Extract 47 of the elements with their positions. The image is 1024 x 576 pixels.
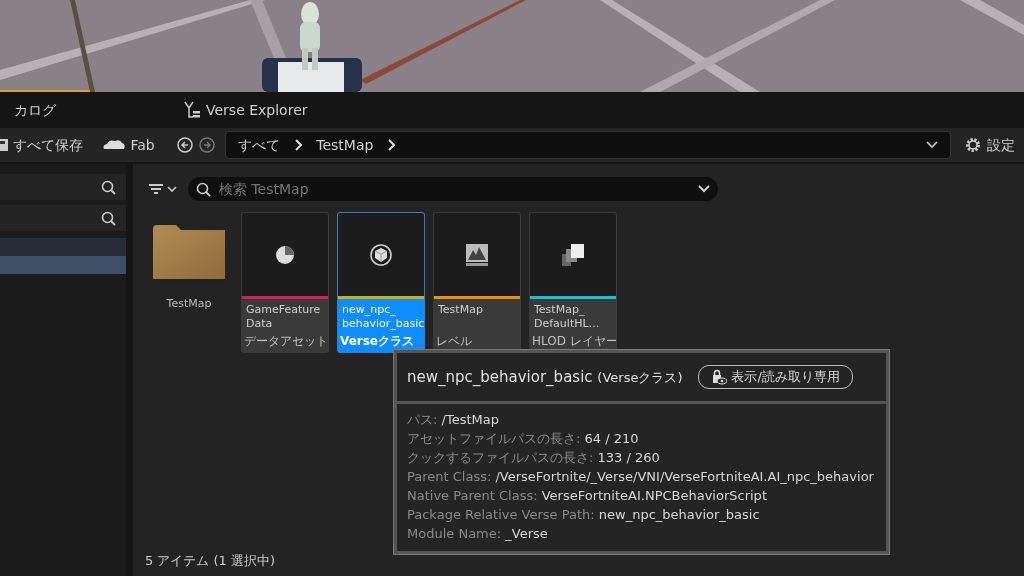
property-line: Parent Class: /VerseFortnite/_Verse/VNI/VerseFortniteAI.AI_npc_behavior <box>407 467 875 486</box>
asset-type: HLOD レイヤー <box>531 333 616 349</box>
save-all-button[interactable]: すべて保存 <box>0 130 89 160</box>
stacked-squares-icon <box>561 242 585 267</box>
chevron-right-icon <box>294 139 303 151</box>
tooltip-title: new_npc_behavior_basic (Verseクラス) <box>407 366 683 388</box>
folder-name: TestMap <box>166 296 212 312</box>
breadcrumb-item[interactable]: すべて <box>238 134 281 156</box>
cube-icon <box>369 242 393 267</box>
chevron-right-icon <box>387 139 396 151</box>
asset-name: TestMap <box>437 302 484 318</box>
settings-icon <box>963 136 982 154</box>
path-bar[interactable]: すべて TestMap <box>225 131 952 159</box>
asset-name: new_npc_ behavior_basic <box>341 302 424 332</box>
filter-icon <box>148 182 179 196</box>
search-field[interactable] <box>0 205 126 231</box>
property-line: Package Relative Verse Path: new_npc_behavior_basic <box>407 505 761 524</box>
save-icon <box>0 138 8 152</box>
property-line: パス: /TestMap <box>407 410 500 429</box>
asset-type: Verseクラス <box>339 333 415 349</box>
search-icon <box>101 210 116 226</box>
mountain-icon <box>465 242 489 267</box>
breadcrumb-item[interactable]: TestMap <box>316 134 374 156</box>
asset-type: レベル <box>435 333 473 349</box>
property-line: クックするファイルパスの長さ: 133 / 260 <box>407 448 661 467</box>
settings-button[interactable]: 設定 <box>957 130 1021 160</box>
chevron-down-icon <box>698 185 710 193</box>
verse-explorer-icon <box>184 101 200 119</box>
search-field[interactable] <box>0 174 126 200</box>
item-count: 5 アイテム (1 選択中) <box>145 551 276 570</box>
read-only-badge: 表示/読み取り専用 <box>698 365 853 389</box>
property-line: アセットファイルパスの長さ: 64 / 210 <box>407 429 640 448</box>
chevron-down-icon <box>926 141 939 149</box>
fab-button[interactable]: Fab <box>95 130 161 160</box>
panel-tab[interactable]: カログ <box>0 92 70 128</box>
asset-name: GameFeature Data <box>245 302 322 332</box>
property-line: Module Name: _Verse <box>407 524 549 543</box>
asset-tile[interactable]: GameFeature Data データアセット <box>241 212 329 353</box>
folder-icon <box>152 224 226 282</box>
asset-type: データアセット <box>243 333 328 349</box>
search-icon <box>196 181 211 197</box>
property-line: Native Parent Class: VerseFortniteAI.NPCBehaviorScript <box>407 486 768 505</box>
search-icon <box>101 179 116 195</box>
asset-name: TestMap_ DefaultHL… <box>533 302 601 332</box>
lock-eye-icon <box>711 368 728 385</box>
cloud-icon <box>101 139 126 151</box>
panel-tab[interactable]: Verse Explorer <box>170 92 322 128</box>
